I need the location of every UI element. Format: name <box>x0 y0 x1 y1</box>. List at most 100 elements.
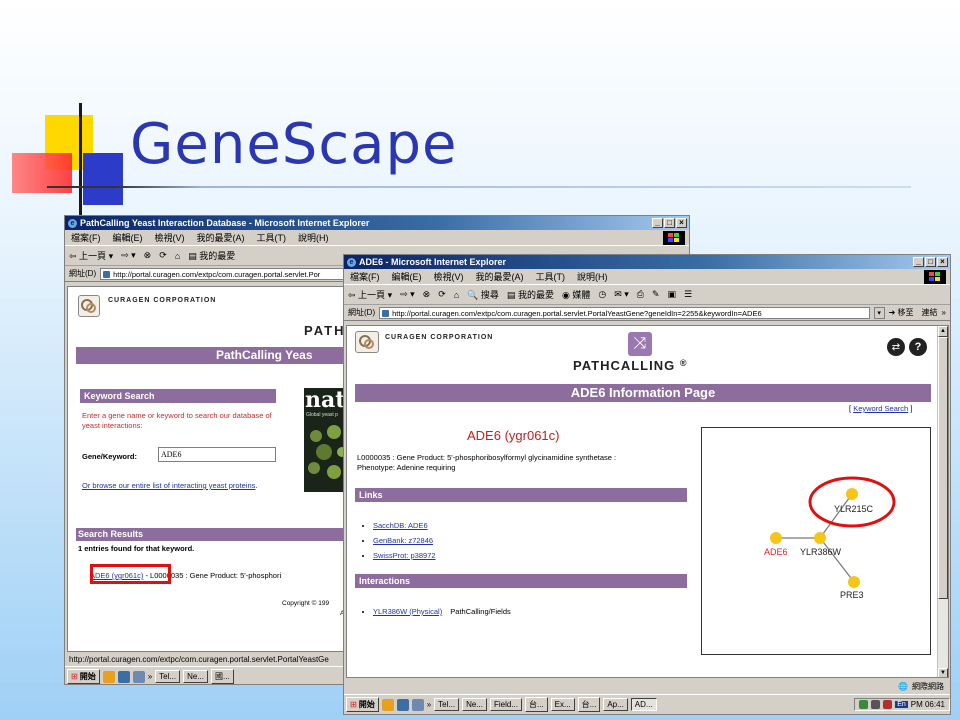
print-icon[interactable]: ⎙ <box>637 289 644 300</box>
refresh-icon[interactable]: ⟳ <box>438 289 446 300</box>
node-ylr215c[interactable] <box>846 488 858 500</box>
browse-proteins-link[interactable]: Or browse our entire list of interacting… <box>82 481 255 490</box>
stop-icon[interactable]: ⊗ <box>423 289 431 300</box>
favorites-button[interactable]: ▤ 我的最愛 <box>188 249 235 262</box>
start-button[interactable]: ⊞ 開始 <box>67 669 100 684</box>
tray-app-icon[interactable] <box>883 700 893 709</box>
node-ylr386w[interactable] <box>814 532 826 544</box>
media-player-icon[interactable] <box>102 670 115 683</box>
mail-icon[interactable]: ✉ ▾ <box>614 289 629 300</box>
tray-network-icon[interactable] <box>859 700 869 709</box>
links-button[interactable]: 連結 <box>922 307 938 318</box>
taskbar-btn-tai2[interactable]: 台... <box>577 697 601 712</box>
link-swissprot[interactable]: SwissProt: p38972 <box>373 551 436 560</box>
home-icon[interactable]: ⌂ <box>175 251 180 261</box>
maximize-button[interactable]: □ <box>664 218 675 228</box>
menu-favorites[interactable]: 我的最愛(A) <box>476 270 524 283</box>
scroll-thumb[interactable] <box>938 337 948 599</box>
window1-title: PathCalling Yeast Interaction Database -… <box>80 218 370 228</box>
taskbar-btn-ad[interactable]: AD... <box>630 698 657 711</box>
taskbar-btn-tel[interactable]: Tel... <box>155 670 181 683</box>
menu-favorites[interactable]: 我的最愛(A) <box>197 231 245 244</box>
outlook-icon[interactable] <box>132 670 145 683</box>
taskbar-btn-ex[interactable]: Ex... <box>550 698 575 711</box>
menu-file[interactable]: 檔案(F) <box>350 270 380 283</box>
messenger-icon[interactable]: ☰ <box>684 289 692 300</box>
menu-view[interactable]: 檢視(V) <box>155 231 185 244</box>
vertical-scrollbar[interactable]: ▲ ▼ <box>937 326 948 677</box>
go-button[interactable]: ➜ 移至 <box>889 307 914 318</box>
menu-view[interactable]: 檢視(V) <box>434 270 464 283</box>
back-button[interactable]: ⇦ 上一頁 ▾ <box>348 288 392 301</box>
back-circle-icon[interactable]: ⇄ <box>887 338 905 356</box>
address-input[interactable]: http://portal.curagen.com/extpc/com.cura… <box>379 306 870 319</box>
history-icon[interactable]: ◷ <box>598 289 606 300</box>
start-button[interactable]: ⊞ 開始 <box>346 697 379 712</box>
taskbar-btn-ap[interactable]: Ap... <box>603 698 628 711</box>
more-chevron-icon[interactable]: » <box>427 700 431 709</box>
interactions-heading-text: Interactions <box>359 576 411 586</box>
menu-tools[interactable]: 工具(T) <box>536 270 566 283</box>
menu-edit[interactable]: 編輯(E) <box>113 231 143 244</box>
window1-titlebar[interactable]: e PathCalling Yeast Interaction Database… <box>65 216 689 230</box>
taskbar-btn-field[interactable]: Field... <box>489 698 522 711</box>
minimize-button[interactable]: _ <box>913 257 924 267</box>
language-indicator[interactable]: En <box>895 701 908 708</box>
pathcalling-logo-text: PATHCALLING <box>573 358 676 373</box>
menu-tools[interactable]: 工具(T) <box>257 231 287 244</box>
link-ylr386w[interactable]: YLR386W (Physical) <box>373 607 442 616</box>
refresh-icon[interactable]: ⟳ <box>159 250 167 261</box>
edit-icon[interactable]: ✎ <box>652 289 660 300</box>
media-player-icon[interactable] <box>381 698 394 711</box>
address-dropdown-icon[interactable]: ▾ <box>873 306 885 319</box>
more-chevron-icon[interactable]: » <box>148 672 152 681</box>
menu-file[interactable]: 檔案(F) <box>71 231 101 244</box>
status-zone: 網際網路 <box>912 681 944 691</box>
windows-logo-icon <box>924 269 946 284</box>
link-sacchdb[interactable]: SacchDB: ADE6 <box>373 521 428 530</box>
media-button[interactable]: ◉ 媒體 <box>562 288 590 301</box>
window2-taskbar: ⊞ 開始 » Tel... Ne... Field... 台... Ex... … <box>344 694 950 714</box>
keyword-search-link[interactable]: Keyword Search <box>853 404 908 413</box>
links-list: SacchDB: ADE6 GenBank: z72846 SwissProt:… <box>373 518 436 563</box>
back-button[interactable]: ⇦ 上一頁 ▾ <box>69 249 113 262</box>
node-pre3[interactable] <box>848 576 860 588</box>
outlook-icon[interactable] <box>411 698 424 711</box>
interactions-list: YLR386W (Physical) PathCalling/Fields <box>373 604 511 619</box>
browse-proteins: Or browse our entire list of interacting… <box>82 481 282 491</box>
close-button[interactable]: × <box>676 218 687 228</box>
scroll-down-icon[interactable]: ▼ <box>938 668 948 677</box>
menu-help[interactable]: 說明(H) <box>577 270 608 283</box>
address-label: 網址(D) <box>348 308 376 317</box>
tray-volume-icon[interactable] <box>871 700 881 709</box>
window2-titlebar[interactable]: e ADE6 - Microsoft Internet Explorer _ □… <box>344 255 950 269</box>
stop-icon[interactable]: ⊗ <box>144 250 152 261</box>
taskbar-btn-tai1[interactable]: 台... <box>524 697 548 712</box>
forward-button[interactable]: ⇨ ▾ <box>400 289 415 300</box>
window1-menubar: 檔案(F) 編輯(E) 檢視(V) 我的最愛(A) 工具(T) 說明(H) <box>65 230 689 246</box>
search-button[interactable]: 🔍 搜尋 <box>467 288 499 301</box>
scroll-up-icon[interactable]: ▲ <box>938 326 948 337</box>
node-ade6[interactable] <box>770 532 782 544</box>
home-icon[interactable]: ⌂ <box>454 290 459 300</box>
gene-keyword-input[interactable]: ADE6 <box>158 447 276 462</box>
help-icon[interactable]: ? <box>909 338 927 356</box>
favorites-button[interactable]: ▤ 我的最愛 <box>507 288 554 301</box>
ie-quicklaunch-icon[interactable] <box>117 670 130 683</box>
forward-button[interactable]: ⇨ ▾ <box>121 250 136 261</box>
link-genbank[interactable]: GenBank: z72846 <box>373 536 433 545</box>
discuss-icon[interactable]: ▣ <box>668 289 677 300</box>
browse-period: . <box>255 481 258 490</box>
minimize-button[interactable]: _ <box>652 218 663 228</box>
maximize-button[interactable]: □ <box>925 257 936 267</box>
taskbar-btn-tel[interactable]: Tel... <box>434 698 460 711</box>
ie-quicklaunch-icon[interactable] <box>396 698 409 711</box>
links-chevron-icon[interactable]: » <box>942 308 950 317</box>
close-button[interactable]: × <box>937 257 948 267</box>
menu-help[interactable]: 說明(H) <box>298 231 329 244</box>
menu-edit[interactable]: 編輯(E) <box>392 270 422 283</box>
interaction-source: PathCalling/Fields <box>450 607 511 616</box>
taskbar-btn-folder[interactable]: 國... <box>210 669 234 684</box>
taskbar-btn-ne[interactable]: Ne... <box>462 698 487 711</box>
taskbar-btn-ne[interactable]: Ne... <box>183 670 208 683</box>
